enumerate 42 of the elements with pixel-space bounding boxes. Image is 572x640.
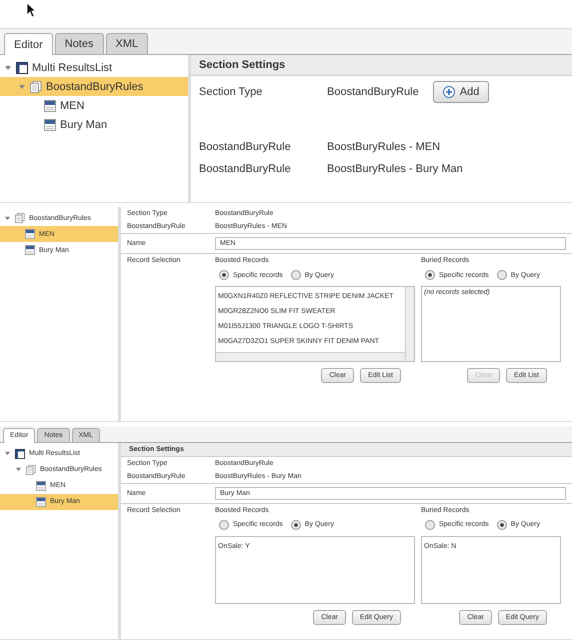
- list-window-icon: [15, 448, 25, 458]
- add-button[interactable]: Add: [432, 81, 490, 103]
- document-stack-icon: [30, 80, 42, 92]
- tab[interactable]: Editor: [4, 33, 53, 55]
- form-icon: [25, 245, 35, 255]
- section-header: Section Settings: [191, 55, 572, 76]
- field-label: BoostandBuryRule: [199, 141, 292, 153]
- expand-caret-icon[interactable]: [15, 466, 22, 473]
- radio-button[interactable]: [290, 270, 301, 280]
- form-icon: [36, 480, 46, 490]
- radio-button[interactable]: [425, 270, 435, 280]
- tree-item[interactable]: Bury Man: [0, 115, 188, 134]
- field-value: BoostandBuryRule: [327, 86, 419, 98]
- expand-caret-icon[interactable]: [4, 214, 11, 222]
- plus-icon: [442, 86, 455, 98]
- radio-button[interactable]: [219, 520, 229, 530]
- field-value: BoostBuryRules - Bury Man: [327, 163, 463, 175]
- field-label: Section Type: [199, 86, 264, 98]
- form-icon: [44, 118, 56, 130]
- tree-item[interactable]: BoostandBuryRules: [0, 77, 188, 96]
- radio-button[interactable]: [496, 270, 507, 280]
- radio-button[interactable]: [425, 520, 435, 530]
- document-stack-icon: [15, 213, 25, 223]
- field-label: BoostandBuryRule: [199, 163, 292, 175]
- field-value: BoostBuryRules - MEN: [327, 141, 440, 153]
- radio-button[interactable]: [496, 520, 507, 530]
- expand-caret-icon[interactable]: [4, 64, 12, 72]
- vertical-scrollbar[interactable]: [405, 287, 414, 361]
- expand-caret-icon[interactable]: [4, 450, 11, 457]
- horizontal-scrollbar[interactable]: [216, 352, 405, 361]
- list-window-icon: [16, 62, 28, 74]
- document-stack-icon: [26, 464, 36, 474]
- tab[interactable]: Notes: [54, 33, 104, 54]
- form-icon: [25, 229, 35, 239]
- form-icon: [36, 496, 46, 506]
- tab[interactable]: XML: [106, 33, 148, 54]
- tree-item[interactable]: Multi ResultsList: [0, 58, 188, 77]
- radio-button[interactable]: [219, 270, 229, 280]
- radio-button[interactable]: [290, 520, 301, 530]
- form-icon: [44, 100, 56, 112]
- expand-caret-icon[interactable]: [18, 82, 26, 90]
- tree-item[interactable]: MEN: [0, 96, 188, 115]
